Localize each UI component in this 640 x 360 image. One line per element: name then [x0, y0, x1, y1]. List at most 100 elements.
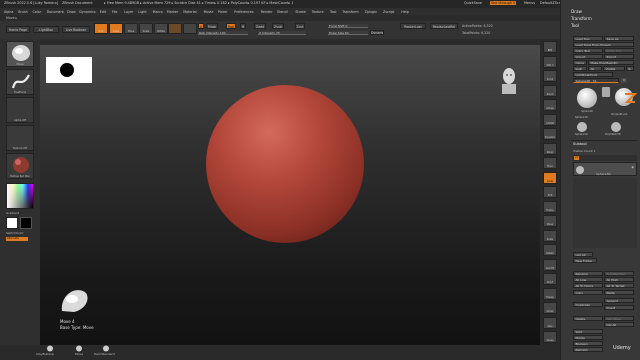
shelf-actual-button[interactable]: Actual — [543, 99, 557, 111]
menu-macro[interactable]: Macro — [153, 10, 163, 14]
viewport-canvas[interactable]: Move 4 Base Type: Move — [40, 45, 540, 345]
menu-draw[interactable]: Draw — [67, 10, 76, 14]
alternate-button[interactable]: Alternate — [6, 237, 28, 241]
insert-button[interactable]: Insert — [604, 305, 634, 310]
rgb-intensity-slider[interactable]: Rgb Intensity 100 — [198, 31, 248, 35]
move-button[interactable]: Move — [124, 23, 138, 34]
load-tool-button[interactable]: Load Tool — [573, 36, 603, 41]
paste-button[interactable]: Paste — [604, 290, 634, 295]
delete-button[interactable]: Delete — [573, 316, 603, 321]
a-toggle[interactable]: A — [198, 23, 204, 29]
shelf-scroll-button[interactable]: Scroll — [543, 70, 557, 82]
clone-button[interactable]: Clone — [573, 60, 587, 65]
shelf-solo-button[interactable]: Solo — [543, 316, 557, 329]
shelf-polyf-button[interactable]: PolyF — [543, 273, 557, 285]
shelf-bpr-button[interactable]: BPR — [543, 41, 557, 53]
copy-tool-button[interactable]: Copy Tool — [573, 48, 603, 53]
menu-brush[interactable]: Brush — [18, 10, 28, 14]
all-to-target-button[interactable]: All To Target — [604, 283, 634, 288]
zcut-button[interactable]: Zcut — [295, 23, 305, 29]
split-button[interactable]: Split — [573, 329, 603, 334]
home-page-button[interactable]: Home Page — [6, 26, 30, 33]
all-high-button[interactable]: All High — [604, 277, 634, 282]
shelf-ghost-button[interactable]: Ghost — [543, 302, 557, 314]
replay-last-rel-button[interactable]: ReplayLastRel — [430, 23, 458, 29]
shelf-zoom-button[interactable]: Zoom — [543, 84, 557, 97]
secondary-color-swatch[interactable] — [20, 217, 32, 229]
tool-palette-header[interactable]: Tool — [571, 23, 579, 28]
import-button[interactable]: Import — [573, 54, 603, 59]
menu-picker[interactable]: Picker — [218, 10, 228, 14]
claybuildup-brush-label[interactable]: ClayBuildup — [36, 352, 54, 356]
menu-help[interactable]: Help — [401, 10, 409, 14]
all-button[interactable]: All — [588, 66, 602, 71]
remesh-button[interactable]: Remesh — [573, 347, 603, 352]
menu-document[interactable]: Document — [47, 10, 64, 14]
shelf-frame-button[interactable]: Frame — [543, 200, 557, 213]
make-polymesh3d-button[interactable]: Make PolyMesh3D — [588, 60, 634, 65]
menu-texture[interactable]: Texture — [312, 10, 324, 14]
shelf-persp-button[interactable]: Persp — [543, 142, 557, 155]
menu-transform[interactable]: Transform — [342, 10, 358, 14]
shelf-line-fill-button[interactable]: Line Fill — [543, 258, 557, 271]
replay-last-button[interactable]: ReplayLast — [400, 23, 426, 29]
menu-zplugin[interactable]: Zplugin — [365, 10, 377, 14]
menus-toggle[interactable]: Menus — [524, 1, 535, 5]
sphere-model[interactable] — [206, 85, 364, 243]
damstandard-brush-label[interactable]: DamStandard — [94, 352, 115, 356]
main-color-swatch[interactable] — [6, 217, 18, 229]
scale-button[interactable]: Scale — [139, 23, 153, 34]
claybuildup-brush-icon[interactable] — [44, 345, 56, 352]
menu-marker[interactable]: Marker — [167, 10, 178, 14]
tool-slider-r-button[interactable]: R — [621, 78, 627, 83]
material-sphere-button[interactable] — [168, 23, 182, 34]
menu-stroke[interactable]: Stroke — [295, 10, 306, 14]
quicksave-button[interactable]: QuickSave — [464, 1, 482, 5]
focal-shift-slider[interactable]: Focal Shift 0 — [328, 24, 368, 28]
tool-slider[interactable]: Sphere3D_ 31 — [573, 78, 619, 83]
append-button[interactable]: Append — [604, 298, 634, 303]
shelf-move-button[interactable]: Move — [543, 215, 557, 227]
transform-palette-header[interactable]: Transform — [571, 16, 592, 21]
menu-dynamics[interactable]: Dynamics — [79, 10, 95, 14]
tool-thumb-cylinder3d[interactable] — [601, 86, 611, 100]
menu-tool[interactable]: Tool — [330, 10, 336, 14]
draw-palette-header[interactable]: Draw — [571, 9, 582, 14]
tool-thumb-polymesh3d[interactable] — [611, 122, 621, 132]
save-as-button[interactable]: Save As — [604, 36, 634, 41]
menu-alpha[interactable]: Alpha — [4, 10, 13, 14]
move-brush-label[interactable]: Move — [75, 352, 83, 356]
export-button[interactable]: Export — [604, 54, 634, 59]
texture-selector[interactable]: Texture Off — [6, 125, 34, 151]
tool-thumb-sphere3d[interactable]: Sphere3D — [575, 86, 599, 116]
list-all-button[interactable]: List All — [573, 252, 593, 257]
shelf-spix-3-button[interactable]: SPix 3 — [543, 55, 557, 68]
shelf-xyz-button[interactable]: XYZ — [543, 186, 557, 198]
shelf-aahalf-button[interactable]: AAHalf — [543, 113, 557, 126]
rgb-button[interactable]: Rgb — [226, 23, 236, 29]
color-picker-button[interactable] — [183, 23, 197, 34]
menu-movie[interactable]: Movie — [204, 10, 214, 14]
material-selector[interactable]: MatCap Red Wax — [6, 153, 34, 179]
menu-file[interactable]: File — [112, 10, 118, 14]
shelf-local-button[interactable]: Local — [543, 171, 557, 184]
lightbox-tools-button[interactable]: Lightbox▸Tools — [573, 72, 613, 77]
visible-button[interactable]: Visible — [603, 66, 625, 71]
zadd-button[interactable]: Zadd — [254, 23, 266, 29]
shelf-floor-button[interactable]: Floor — [543, 157, 557, 169]
subtool-slots[interactable]: V1 — [573, 155, 637, 161]
draw-button[interactable]: Draw — [109, 23, 123, 34]
del-other-button[interactable]: Del Other — [604, 316, 634, 321]
load-tools-from-project-button[interactable]: Load Tools From Project — [573, 42, 634, 47]
shelf-dynamic-button[interactable]: Dynamic — [543, 128, 557, 140]
shelf-xpose-button[interactable]: Xpose — [543, 331, 557, 343]
copy-button[interactable]: Copy — [573, 290, 603, 295]
z-intensity-slider[interactable]: Z Intensity 25 — [258, 31, 306, 35]
menu-edit[interactable]: Edit — [100, 10, 106, 14]
shelf-transp-button[interactable]: Transp — [543, 287, 557, 300]
menu-preferences[interactable]: Preferences — [234, 10, 253, 14]
boolean-button[interactable]: Boolean — [573, 341, 603, 346]
new-folder-button[interactable]: New Folder — [573, 258, 597, 263]
draw-size-slider[interactable]: Draw Size 64 — [328, 31, 368, 35]
tool-thumb-sphere3d-small[interactable] — [577, 122, 587, 132]
